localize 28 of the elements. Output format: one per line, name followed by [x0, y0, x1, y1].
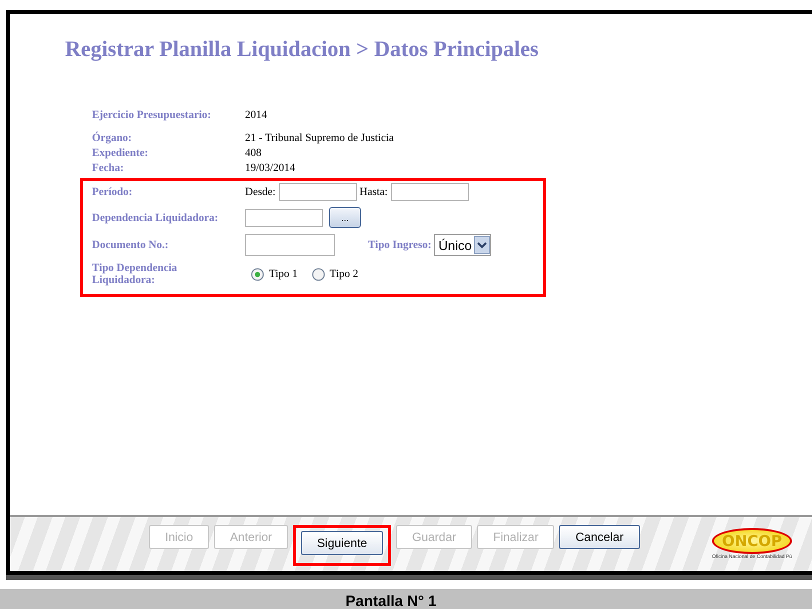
field-value: 408	[245, 147, 262, 159]
field-label: Órgano:	[92, 132, 133, 144]
browse-button[interactable]: ...	[329, 207, 361, 228]
input-field[interactable]	[245, 234, 335, 256]
nav-button[interactable]: Siguiente	[301, 530, 384, 554]
input-field[interactable]	[390, 183, 469, 201]
input-field[interactable]	[245, 208, 323, 226]
caption-text: Pantalla N° 1	[345, 592, 437, 609]
field-label: Ejercicio Presupuestario:	[92, 109, 212, 121]
field-label: Fecha:	[92, 162, 125, 174]
field-label: Tipo Dependencia Liquidadora:	[92, 262, 178, 286]
field-value: 2014	[245, 109, 268, 121]
field-label: Período:	[92, 186, 134, 198]
chevron-down-icon	[474, 236, 490, 254]
field-label: Hasta:	[360, 186, 388, 198]
nav-button[interactable]: Cancelar	[559, 524, 640, 548]
field-label: Dependencia Liquidadora:	[92, 212, 220, 224]
dropdown[interactable]: Único	[434, 234, 491, 256]
field-label: Expediente:	[92, 147, 150, 159]
field-value: 21 - Tribunal Supremo de Justicia	[245, 132, 395, 144]
field-label: Documento No.:	[92, 239, 170, 251]
radio-option[interactable]: Tipo 2	[312, 268, 358, 280]
page-title: Registrar Planilla Liquidacion > Datos Principales	[65, 36, 540, 62]
field-label: Tipo Ingreso:	[368, 239, 432, 251]
input-field[interactable]	[278, 183, 357, 201]
field-label: Desde:	[245, 186, 276, 198]
radio-option[interactable]: Tipo 1	[251, 268, 298, 280]
field-value: 19/03/2014	[245, 162, 296, 174]
